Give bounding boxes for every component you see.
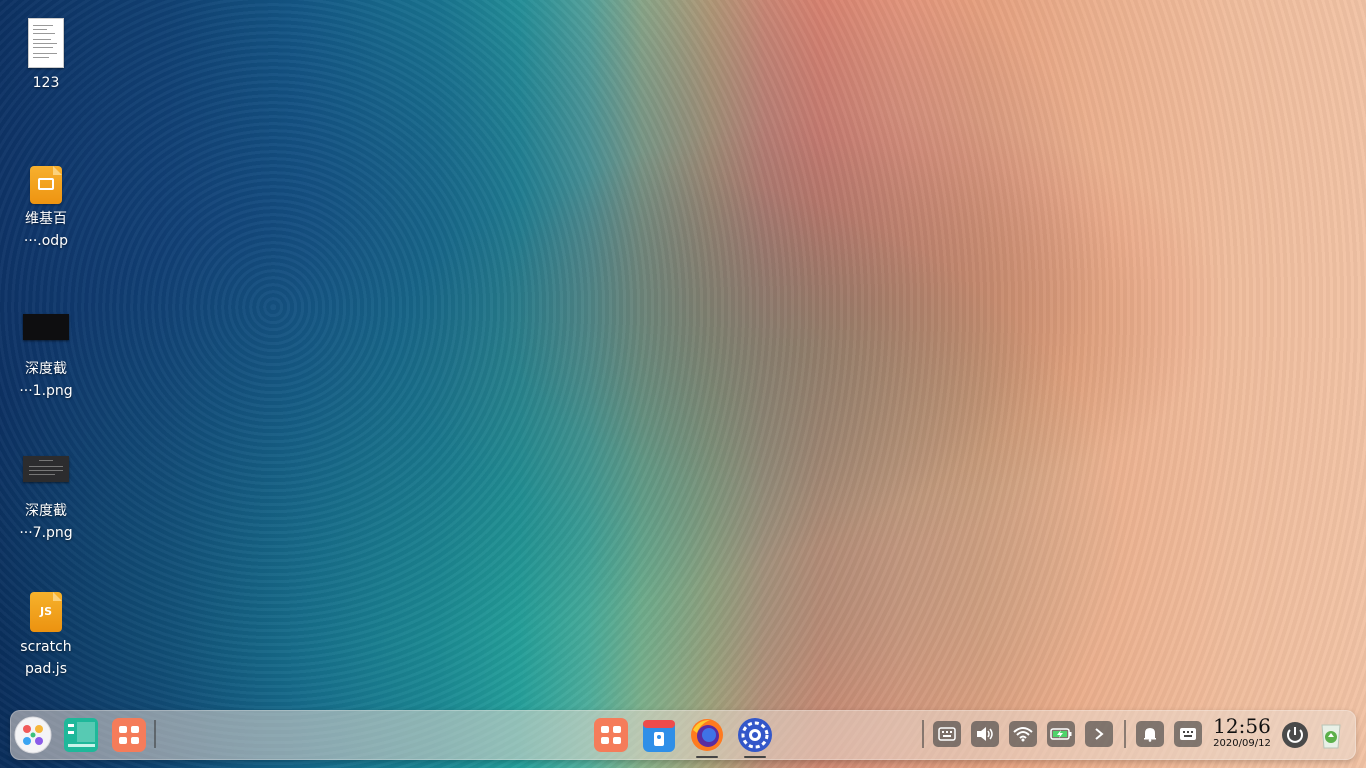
dock-control-center[interactable] bbox=[736, 716, 774, 758]
desktop-file-odp[interactable]: 维基百 ···.odp bbox=[8, 166, 84, 252]
bell-icon bbox=[1144, 728, 1156, 742]
desktop-file-screenshot-7[interactable]: 深度截 ···7.png bbox=[8, 456, 84, 544]
desktop-file-label-line2: ···.odp bbox=[23, 233, 69, 249]
text-document-icon bbox=[8, 18, 84, 68]
app-store-icon bbox=[594, 718, 628, 752]
odp-presentation-icon bbox=[8, 166, 84, 204]
input-method-button[interactable] bbox=[1174, 721, 1202, 747]
battery-button[interactable] bbox=[1047, 721, 1075, 747]
network-button[interactable] bbox=[1009, 721, 1037, 747]
multitasking-icon bbox=[64, 718, 98, 752]
wifi-icon bbox=[1013, 727, 1033, 742]
running-indicator bbox=[696, 756, 718, 758]
dock: 12:56 2020/09/12 bbox=[10, 710, 1356, 760]
desktop-file-label-line2: ···1.png bbox=[19, 383, 73, 399]
app-store-icon bbox=[112, 718, 146, 752]
launcher-icon bbox=[14, 716, 52, 754]
launcher-button[interactable] bbox=[14, 716, 52, 754]
dock-separator bbox=[1124, 720, 1126, 748]
clock-date: 2020/09/12 bbox=[1213, 738, 1271, 749]
keyboard-layout-icon bbox=[1180, 728, 1196, 740]
dock-app-store[interactable] bbox=[592, 716, 630, 754]
desktop-file-123[interactable]: 123 bbox=[8, 18, 84, 94]
firefox-icon bbox=[691, 719, 723, 751]
png-image-icon bbox=[8, 456, 84, 482]
clock[interactable]: 12:56 2020/09/12 bbox=[1212, 714, 1272, 750]
desktop-file-label: 123 bbox=[32, 75, 60, 91]
js-badge: JS bbox=[30, 592, 62, 632]
multitasking-view-button[interactable] bbox=[62, 716, 100, 754]
clock-time: 12:56 bbox=[1213, 714, 1271, 738]
desktop-file-label-line1: 深度截 bbox=[25, 361, 67, 377]
dock-calendar[interactable] bbox=[640, 716, 678, 754]
dock-firefox[interactable] bbox=[688, 716, 726, 758]
desktop-file-label-line1: 深度截 bbox=[25, 503, 67, 519]
notifications-button[interactable] bbox=[1136, 721, 1164, 747]
desktop-file-label-line2: ···7.png bbox=[19, 525, 73, 541]
control-center-icon bbox=[738, 718, 772, 752]
chevron-right-icon bbox=[1095, 728, 1104, 740]
volume-icon bbox=[977, 727, 993, 741]
app-store-button[interactable] bbox=[110, 716, 148, 754]
desktop-file-label-line2: pad.js bbox=[25, 661, 67, 677]
dock-separator bbox=[154, 720, 156, 748]
calendar-icon bbox=[643, 720, 675, 752]
trash-icon bbox=[1321, 724, 1341, 749]
power-button[interactable] bbox=[1276, 716, 1314, 754]
battery-charging-icon bbox=[1050, 728, 1072, 740]
javascript-file-icon: JS bbox=[8, 592, 84, 632]
volume-button[interactable] bbox=[971, 721, 999, 747]
running-indicator bbox=[744, 756, 766, 758]
dock-separator bbox=[922, 720, 924, 748]
desktop-file-label-line1: scratch bbox=[20, 639, 72, 655]
desktop[interactable]: 123 维基百 ···.odp 深度截 ···1.png 深度截 ···7.pn… bbox=[0, 0, 1366, 768]
keyboard-icon bbox=[938, 727, 956, 741]
power-icon bbox=[1282, 722, 1308, 748]
expand-tray-button[interactable] bbox=[1085, 721, 1113, 747]
png-image-icon bbox=[8, 314, 84, 340]
desktop-file-label-line1: 维基百 bbox=[25, 211, 67, 227]
desktop-file-screenshot-1[interactable]: 深度截 ···1.png bbox=[8, 314, 84, 402]
onscreen-keyboard-button[interactable] bbox=[933, 721, 961, 747]
trash-button[interactable] bbox=[1312, 716, 1350, 754]
desktop-file-scratchpad-js[interactable]: JS scratch pad.js bbox=[8, 592, 84, 680]
